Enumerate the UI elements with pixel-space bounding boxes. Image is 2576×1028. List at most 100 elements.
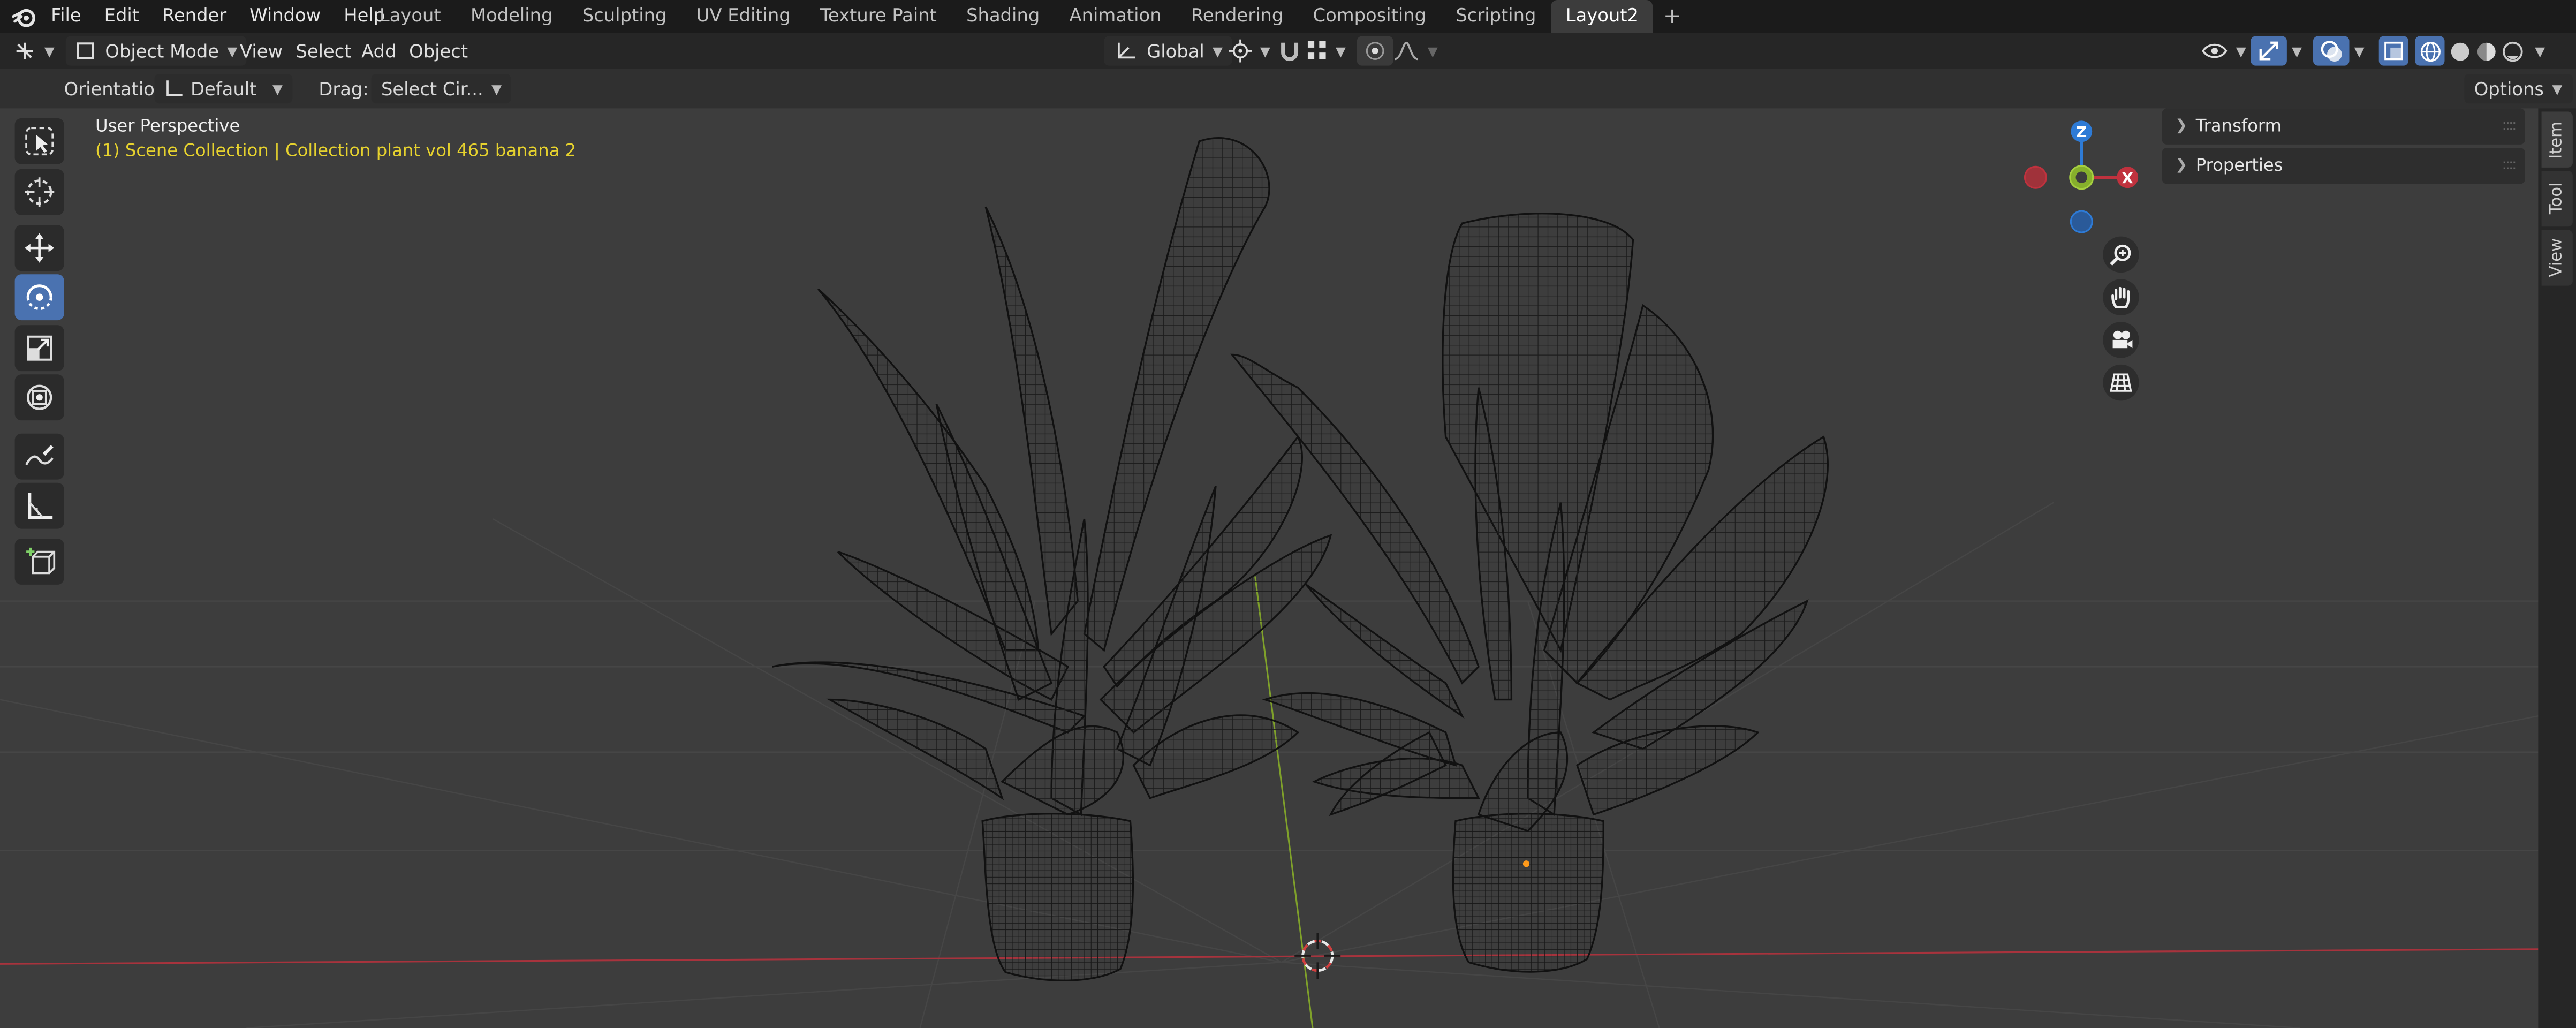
overlays-toggle[interactable] xyxy=(2313,36,2350,66)
add-cube-icon xyxy=(26,547,56,575)
grid-icon xyxy=(2110,373,2132,392)
transform-section-header[interactable]: ❯ Transform :::: xyxy=(2162,108,2525,145)
3d-viewport[interactable]: User Perspective (1) Scene Collection | … xyxy=(0,108,2539,1028)
gizmo-icon xyxy=(2259,41,2278,61)
camera-view-button[interactable] xyxy=(2103,322,2139,358)
rotate-tool[interactable] xyxy=(14,274,64,321)
negative-x-handle[interactable] xyxy=(2024,165,2047,189)
orientation-label: Global xyxy=(1147,40,1204,62)
options-label: Options xyxy=(2474,78,2544,100)
annotate-icon xyxy=(25,445,54,465)
xray-icon xyxy=(2384,41,2403,61)
tab-modeling[interactable]: Modeling xyxy=(456,0,567,33)
menu-render[interactable]: Render xyxy=(151,0,238,33)
annotate-tool[interactable] xyxy=(14,433,64,480)
drag-dropdown[interactable]: Select Cir... ▼ xyxy=(371,74,512,104)
tab-animation[interactable]: Animation xyxy=(1055,0,1176,33)
chevron-down-icon: ▼ xyxy=(491,81,502,96)
tab-texture-paint[interactable]: Texture Paint xyxy=(805,0,951,33)
transform-orientation-dropdown[interactable]: Global ▼ xyxy=(1104,36,1233,66)
orientation-icon xyxy=(166,80,183,96)
options-dropdown[interactable]: Options ▼ xyxy=(2464,74,2572,104)
header-menu-view[interactable]: View xyxy=(240,36,283,65)
xray-toggle[interactable] xyxy=(2378,36,2408,66)
tab-compositing[interactable]: Compositing xyxy=(1298,0,1441,33)
tab-layout2[interactable]: Layout2 xyxy=(1551,0,1654,33)
chevron-down-icon: ▼ xyxy=(1213,43,1223,58)
pan-button[interactable] xyxy=(2103,279,2139,315)
move-icon xyxy=(25,233,55,263)
menu-file[interactable]: File xyxy=(40,0,93,33)
camera-icon xyxy=(2112,330,2132,349)
chevron-down-icon[interactable]: ▼ xyxy=(2535,36,2545,65)
transform-tool[interactable] xyxy=(14,374,64,421)
tab-tool[interactable]: Tool xyxy=(2541,170,2573,227)
menu-edit[interactable]: Edit xyxy=(93,0,150,33)
tab-layout[interactable]: Layout xyxy=(365,0,456,33)
collection-info: (1) Scene Collection | Collection plant … xyxy=(95,141,577,161)
scale-tool[interactable] xyxy=(14,325,64,372)
shading-material-button[interactable] xyxy=(2471,36,2501,65)
tab-uv-editing[interactable]: UV Editing xyxy=(681,0,805,33)
overlays-icon xyxy=(2321,41,2342,62)
properties-section-header[interactable]: ❯ Properties :::: xyxy=(2162,148,2525,184)
mode-dropdown[interactable]: Object Mode ▼ xyxy=(65,36,247,66)
3d-viewport-icon xyxy=(16,42,33,59)
snap-target-button[interactable]: ▼ xyxy=(1307,36,1346,65)
menu-window[interactable]: Window xyxy=(238,0,332,33)
falloff-curve-icon xyxy=(1394,41,1418,61)
zoom-button[interactable] xyxy=(2103,236,2139,273)
tab-view-label: View xyxy=(2548,238,2566,277)
projection-toggle-button[interactable] xyxy=(2103,364,2139,401)
editor-type-button[interactable]: ▼ xyxy=(13,36,55,65)
pivot-icon xyxy=(1229,39,1252,63)
chevron-down-icon: ▼ xyxy=(227,43,238,58)
shading-solid-button[interactable] xyxy=(2444,36,2474,65)
header-menu-object[interactable]: Object xyxy=(409,36,468,65)
proportional-edit-toggle[interactable] xyxy=(1357,36,1393,66)
tab-shading[interactable]: Shading xyxy=(952,0,1055,33)
transform-icon xyxy=(27,384,52,410)
sidebar-tabs: Item Tool View xyxy=(2538,108,2576,1028)
shading-wireframe-button[interactable] xyxy=(2415,36,2445,66)
chevron-down-icon: ▼ xyxy=(2552,81,2563,96)
orientation-dropdown[interactable]: Default ▼ xyxy=(154,74,293,104)
snap-toggle[interactable] xyxy=(1278,36,1301,65)
tab-view[interactable]: View xyxy=(2541,230,2573,286)
chevron-down-icon: ▼ xyxy=(1260,43,1270,58)
add-workspace-icon[interactable]: + xyxy=(1654,4,1691,29)
banana-plant-left[interactable] xyxy=(772,137,1332,981)
view-name: User Perspective xyxy=(95,116,240,137)
select-box-tool[interactable] xyxy=(14,118,64,164)
visibility-button[interactable]: ▼ xyxy=(2201,36,2246,65)
add-cube-tool[interactable] xyxy=(14,539,64,585)
viewport-canvas[interactable] xyxy=(0,108,2539,1028)
navigation-gizmo[interactable]: Z X xyxy=(2014,115,2146,243)
tab-tool-label: Tool xyxy=(2548,183,2566,215)
header-menu-add[interactable]: Add xyxy=(361,36,396,65)
move-tool[interactable] xyxy=(14,225,64,271)
rotate-icon xyxy=(26,284,52,311)
falloff-button[interactable]: ▼ xyxy=(1393,36,1438,65)
tool-settings-bar: Orientation: Default ▼ Drag: Select Cir.… xyxy=(0,69,2576,109)
tab-rendering[interactable]: Rendering xyxy=(1176,0,1298,33)
chevron-down-icon[interactable]: ▼ xyxy=(2292,36,2302,65)
header-menu-select[interactable]: Select xyxy=(296,36,351,65)
pivot-point-button[interactable]: ▼ xyxy=(1229,36,1270,65)
chevron-down-icon[interactable]: ▼ xyxy=(2354,36,2365,65)
blender-logo-icon[interactable] xyxy=(11,3,37,29)
chevron-down-icon: ▼ xyxy=(44,43,55,58)
shading-rendered-button[interactable] xyxy=(2497,36,2527,65)
tab-item[interactable]: Item xyxy=(2541,111,2573,168)
drag-handle-icon[interactable]: :::: xyxy=(2502,118,2517,135)
banana-plant-right[interactable] xyxy=(1230,213,1829,973)
rendered-sphere-icon xyxy=(2502,41,2522,61)
z-axis-label: Z xyxy=(2076,123,2087,141)
tab-sculpting[interactable]: Sculpting xyxy=(567,0,681,33)
tab-scripting[interactable]: Scripting xyxy=(1441,0,1551,33)
gizmo-toggle[interactable] xyxy=(2251,36,2287,66)
drag-handle-icon[interactable]: :::: xyxy=(2502,157,2517,174)
measure-tool[interactable] xyxy=(14,482,64,529)
negative-z-handle[interactable] xyxy=(2070,210,2093,233)
cursor-tool[interactable] xyxy=(14,169,64,215)
